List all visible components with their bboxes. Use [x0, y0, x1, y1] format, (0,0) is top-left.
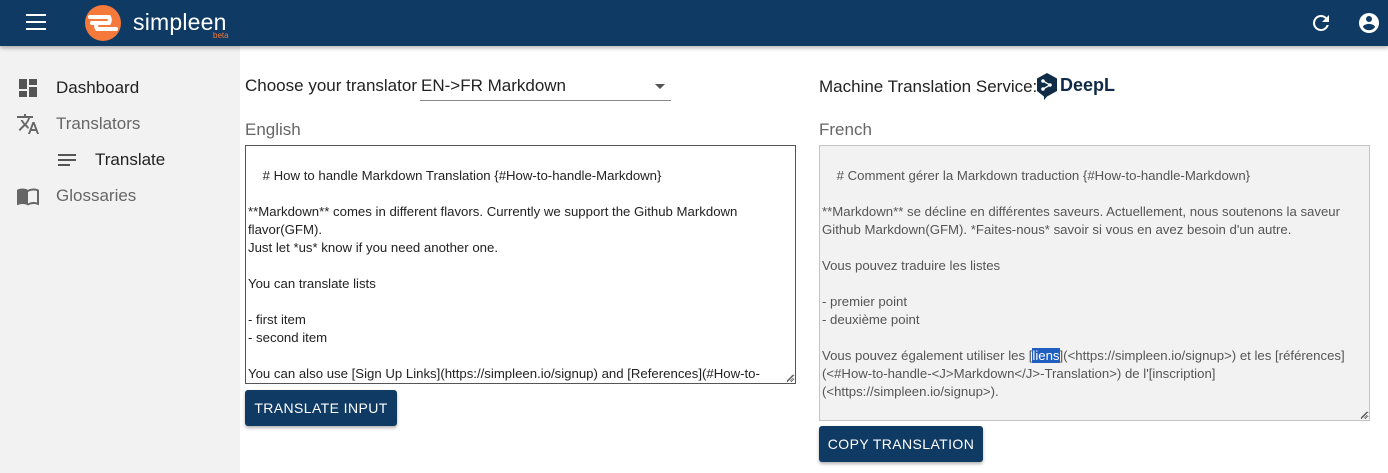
book-icon: [17, 188, 39, 206]
mt-provider-name: DeepL: [1060, 75, 1116, 95]
translate-input-button[interactable]: TRANSLATE INPUT: [245, 390, 397, 426]
deepl-logo: DeepL: [1036, 72, 1126, 102]
translator-select-value: EN->FR Markdown: [421, 76, 567, 95]
sidebar-item-label: Glossaries: [56, 186, 137, 205]
logo[interactable]: simpleen beta: [76, 3, 236, 43]
menu-icon[interactable]: [24, 14, 48, 32]
simpleen-logo-icon: [85, 5, 121, 41]
refresh-icon[interactable]: [1309, 11, 1333, 35]
beta-badge: beta: [213, 31, 229, 40]
source-text: # How to handle Markdown Translation {#H…: [248, 168, 760, 381]
deepl-icon: [1037, 73, 1057, 100]
sidebar-item-translate[interactable]: Translate: [0, 145, 240, 175]
mt-service-label: Machine Translation Service:: [819, 77, 1038, 96]
translate-icon: [17, 114, 39, 134]
source-text-input[interactable]: # How to handle Markdown Translation {#H…: [245, 145, 796, 384]
sidebar-item-glossaries[interactable]: Glossaries: [0, 181, 240, 211]
resize-handle-icon[interactable]: [785, 373, 794, 382]
account-icon[interactable]: [1357, 11, 1381, 35]
chevron-down-icon: [655, 84, 665, 89]
translator-select[interactable]: EN->FR Markdown: [420, 74, 671, 101]
main-content: Choose your translator EN->FR Markdown M…: [240, 46, 1388, 473]
sidebar-item-label: Translate: [95, 150, 166, 169]
translation-output[interactable]: # Comment gérer la Markdown traduction {…: [819, 145, 1370, 421]
sidebar-item-label: Translators: [56, 114, 141, 133]
target-language-label: French: [819, 120, 872, 139]
resize-handle-icon[interactable]: [1359, 410, 1368, 419]
sidebar-item-dashboard[interactable]: Dashboard: [0, 73, 240, 103]
lines-icon: [58, 154, 76, 166]
app-bar: simpleen beta: [0, 0, 1388, 46]
selected-word: liens: [1032, 348, 1060, 363]
sidebar: Dashboard Translators Translate Glossari…: [0, 46, 240, 473]
copy-translation-button[interactable]: COPY TRANSLATION: [819, 426, 983, 462]
dashboard-icon: [19, 79, 37, 97]
source-language-label: English: [245, 120, 301, 139]
translation-text-before: # Comment gérer la Markdown traduction {…: [822, 168, 1341, 363]
sidebar-item-label: Dashboard: [56, 78, 140, 97]
translator-chooser-label: Choose your translator: [245, 76, 417, 95]
sidebar-item-translators[interactable]: Translators: [0, 109, 240, 139]
